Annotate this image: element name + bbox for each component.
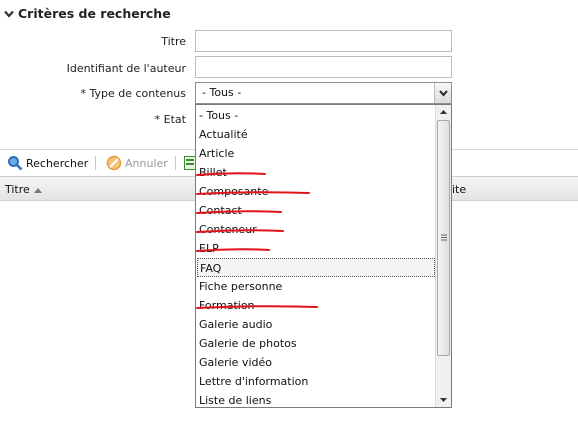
- dropdown-option[interactable]: Conteneur: [197, 220, 435, 239]
- dropdown-option[interactable]: FAQ: [197, 258, 435, 277]
- select-arrow-button[interactable]: [434, 83, 451, 103]
- search-button-label: Rechercher: [26, 156, 89, 170]
- dropdown-option[interactable]: Liste de liens: [197, 391, 435, 407]
- dropdown-option[interactable]: Fiche personne: [197, 277, 435, 296]
- search-icon: [8, 156, 23, 171]
- dropdown-scrollbar[interactable]: [435, 105, 451, 407]
- dropdown-option[interactable]: Galerie audio: [197, 315, 435, 334]
- cancel-icon: [106, 155, 122, 171]
- author-id-input[interactable]: [195, 56, 452, 78]
- state-label: * Etat: [154, 113, 186, 126]
- dropdown-option[interactable]: - Tous -: [197, 106, 435, 125]
- dropdown-option[interactable]: Billet: [197, 163, 435, 182]
- dropdown-option[interactable]: Lettre d'information: [197, 372, 435, 391]
- section-title: Critères de recherche: [18, 6, 171, 21]
- cancel-button-label: Annuler: [125, 156, 168, 170]
- content-type-label: * Type de contenus: [80, 87, 186, 100]
- dropdown-option[interactable]: Actualité: [197, 125, 435, 144]
- grip-icon: [441, 234, 447, 241]
- toolbar-separator: [175, 156, 176, 170]
- toolbar-separator: [95, 156, 96, 170]
- dropdown-option[interactable]: Galerie vidéo: [197, 353, 435, 372]
- column-title-label: Titre: [5, 183, 30, 196]
- cancel-button[interactable]: Annuler: [106, 154, 168, 172]
- scroll-up-icon[interactable]: [436, 105, 451, 119]
- content-type-select[interactable]: - Tous -: [195, 82, 452, 104]
- dropdown-option[interactable]: Contact: [197, 201, 435, 220]
- column-header-title[interactable]: Titre: [5, 183, 42, 196]
- scroll-down-icon[interactable]: [436, 393, 451, 407]
- content-type-dropdown-list[interactable]: - Tous - Actualité Article Billet Composante…: [195, 104, 452, 408]
- dropdown-option[interactable]: Article: [197, 144, 435, 163]
- dropdown-option[interactable]: Formation: [197, 296, 435, 315]
- search-criteria-header[interactable]: Critères de recherche: [0, 0, 578, 28]
- dropdown-option[interactable]: ELP: [197, 239, 435, 258]
- scrollbar-thumb[interactable]: [437, 120, 450, 356]
- column-header-partial[interactable]: ite: [452, 183, 466, 196]
- sort-ascending-icon: [33, 187, 42, 193]
- chevron-down-icon[interactable]: [4, 9, 14, 19]
- author-id-label: Identifiant de l'auteur: [66, 62, 186, 75]
- dropdown-option[interactable]: Galerie de photos: [197, 334, 435, 353]
- title-label: Titre: [161, 35, 186, 48]
- search-button[interactable]: Rechercher: [7, 154, 88, 172]
- title-input[interactable]: [195, 30, 452, 52]
- chevron-down-icon: [439, 90, 448, 97]
- dropdown-option[interactable]: Composante: [197, 182, 435, 201]
- content-type-value: - Tous -: [202, 86, 242, 99]
